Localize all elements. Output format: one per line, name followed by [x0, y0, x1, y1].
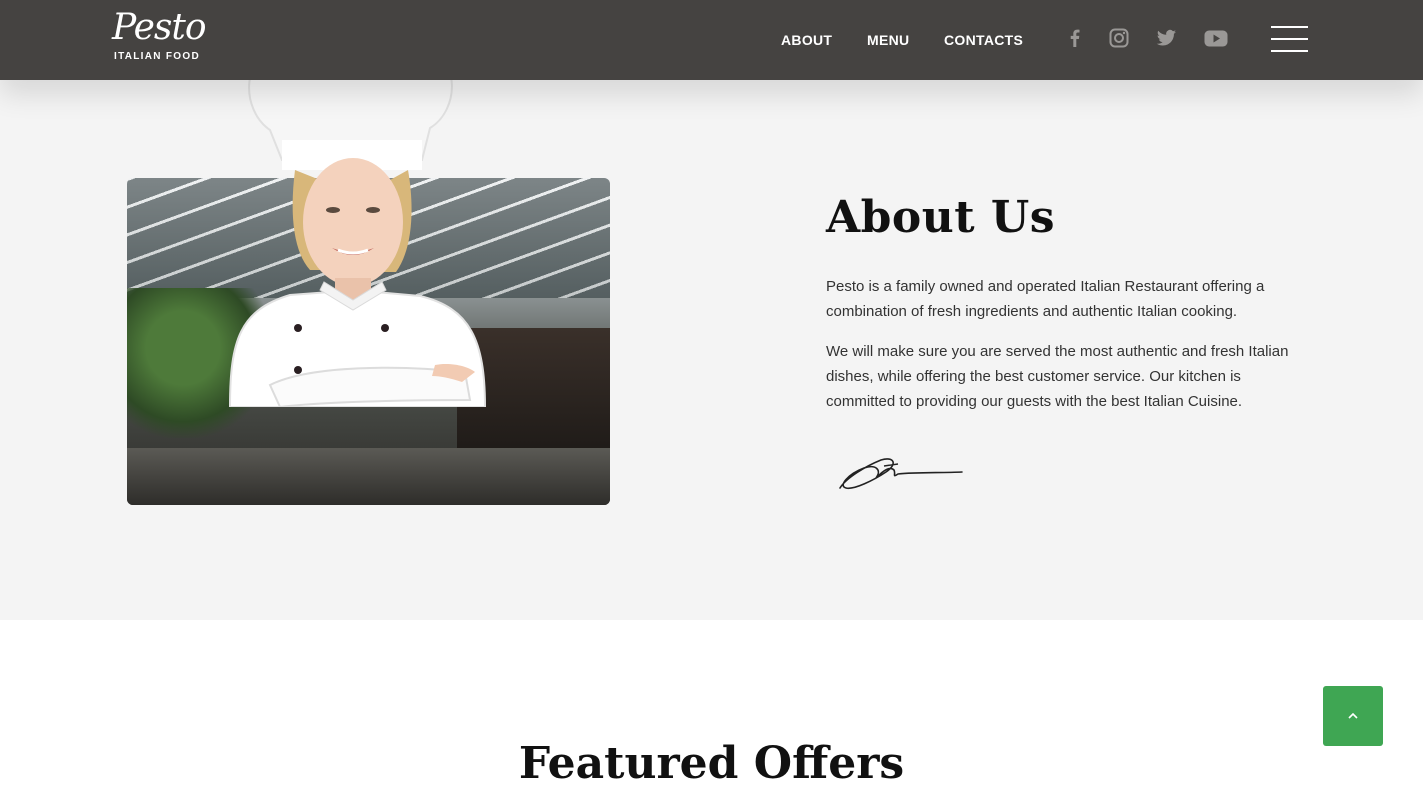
facebook-icon[interactable] [1063, 26, 1087, 50]
about-paragraph-1: Pesto is a family owned and operated Ita… [826, 278, 1265, 320]
logo[interactable]: Pesto ITALIAN FOOD [112, 6, 222, 66]
nav-about[interactable]: ABOUT [781, 30, 832, 50]
page: Pesto ITALIAN FOOD ABOUT MENU CONTACTS A… [0, 0, 1423, 786]
nav-menu[interactable]: MENU [867, 30, 909, 50]
about-paragraph-2: We will make sure you are served the mos… [826, 343, 1289, 410]
about-section: About Us Pesto is a family owned and ope… [0, 16, 1423, 620]
logo-tagline: ITALIAN FOOD [114, 51, 200, 62]
signature-image [839, 458, 963, 490]
youtube-icon[interactable] [1203, 26, 1229, 50]
instagram-icon[interactable] [1107, 26, 1131, 50]
nav-contacts[interactable]: CONTACTS [944, 30, 1023, 50]
scroll-to-top-button[interactable] [1323, 686, 1383, 746]
about-content: About Us Pesto is a family owned and ope… [826, 190, 1306, 490]
twitter-icon[interactable] [1154, 26, 1178, 50]
about-title: About Us [826, 192, 1056, 243]
chevron-up-icon [1348, 712, 1358, 719]
hamburger-menu-icon[interactable] [1271, 26, 1309, 52]
site-header: Pesto ITALIAN FOOD ABOUT MENU CONTACTS [0, 0, 1423, 80]
logo-wordmark: Pesto [112, 7, 207, 48]
featured-offers-title: Featured Offers [518, 738, 905, 786]
